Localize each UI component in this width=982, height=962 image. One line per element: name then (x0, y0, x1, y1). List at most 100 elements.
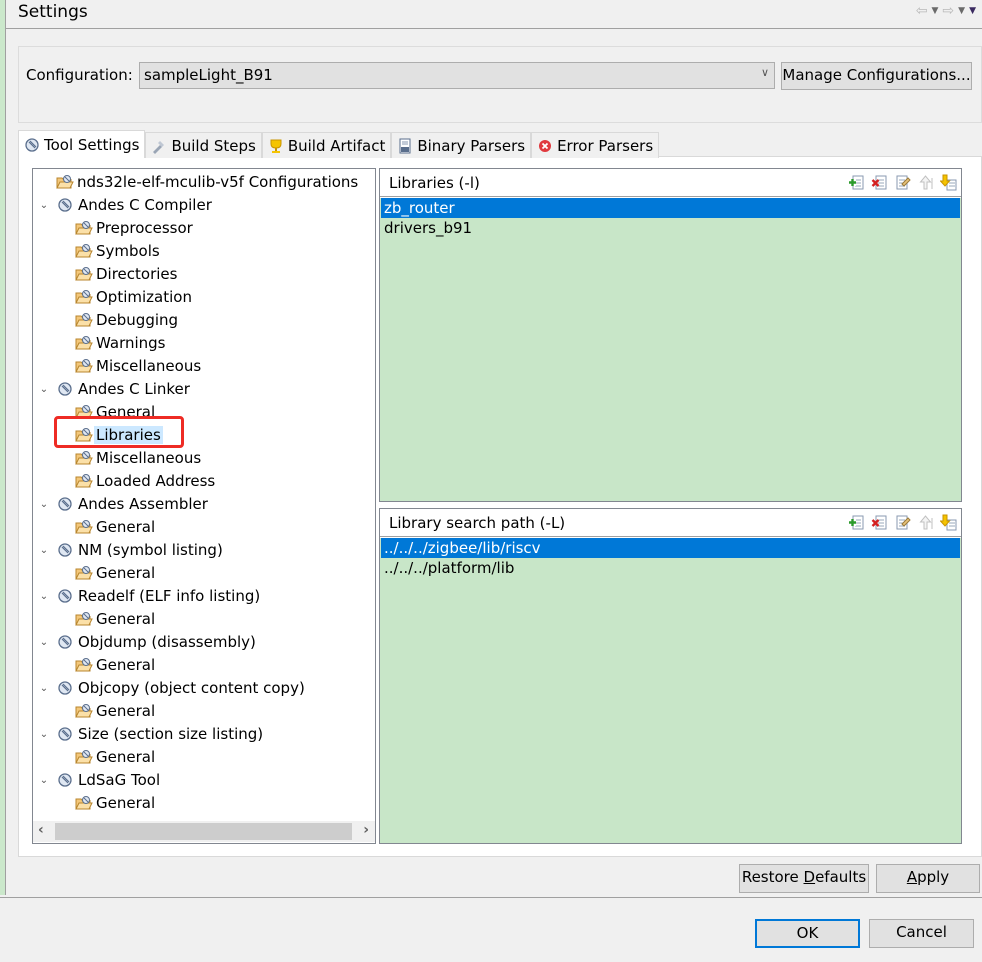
tree-item[interactable]: nds32le-elf-mculib-v5f Configurations (56, 171, 358, 193)
move-up-icon[interactable] (917, 174, 934, 191)
tree-item[interactable]: ⌄ LdSaG Tool (37, 769, 160, 791)
tree-item[interactable]: Libraries (75, 424, 163, 446)
move-up-icon[interactable] (917, 514, 934, 531)
tree-item[interactable]: Optimization (75, 286, 192, 308)
chevron-down-icon[interactable]: ⌄ (37, 545, 51, 556)
tree-item[interactable]: Miscellaneous (75, 447, 201, 469)
chevron-down-icon[interactable]: ⌄ (37, 200, 51, 211)
option-folder-icon (75, 703, 93, 719)
edit-icon[interactable] (894, 514, 911, 531)
tree-item[interactable]: ⌄ Readelf (ELF info listing) (37, 585, 260, 607)
tool-icon (57, 381, 75, 397)
tab-label: Build Steps (171, 136, 256, 155)
option-folder-icon (75, 749, 93, 765)
ok-button[interactable]: OK (755, 919, 860, 948)
option-folder-icon (75, 289, 93, 305)
apply-button[interactable]: Apply (876, 864, 980, 893)
chevron-down-icon[interactable]: ⌄ (37, 775, 51, 786)
tree-item[interactable]: Miscellaneous (75, 355, 201, 377)
delete-icon[interactable] (871, 174, 888, 191)
tree-item[interactable]: General (75, 654, 155, 676)
tab-build-artifact[interactable]: Build Artifact (261, 132, 392, 158)
list-item[interactable]: drivers_b91 (381, 218, 960, 238)
configuration-select[interactable]: sampleLight_B91 ∨ (139, 62, 775, 89)
tree-item-label: Miscellaneous (96, 449, 202, 467)
tab-error-parsers[interactable]: Error Parsers (531, 132, 660, 158)
tool-settings-tree[interactable]: nds32le-elf-mculib-v5f Configurations ⌄ An… (32, 168, 376, 844)
tool-settings-icon (25, 137, 39, 152)
chevron-down-icon[interactable]: ⌄ (37, 591, 51, 602)
tree-item[interactable]: ⌄ Andes C Linker (37, 378, 190, 400)
tree-item-label: Libraries (94, 426, 163, 444)
tool-icon (57, 496, 75, 512)
chevron-down-icon[interactable]: ⌄ (37, 683, 51, 694)
tree-item[interactable]: Symbols (75, 240, 160, 262)
move-down-icon[interactable] (939, 174, 957, 191)
tree-item-label: General (96, 564, 156, 582)
list-item[interactable]: ../../../zigbee/lib/riscv (381, 538, 960, 558)
tool-icon (57, 634, 75, 650)
add-icon[interactable] (848, 174, 865, 191)
search-path-list[interactable]: ../../../zigbee/lib/riscv ../../../platf… (380, 538, 961, 843)
delete-icon[interactable] (871, 514, 888, 531)
chevron-down-icon[interactable]: ⌄ (37, 637, 51, 648)
tree-item[interactable]: Loaded Address (75, 470, 215, 492)
option-folder-icon (75, 335, 93, 351)
option-folder-icon (75, 312, 93, 328)
binary-parsers-icon (399, 138, 411, 153)
manage-configurations-button[interactable]: Manage Configurations... (781, 62, 972, 90)
tree-item[interactable]: ⌄ Objdump (disassembly) (37, 631, 256, 653)
view-menu-icon[interactable]: ▼ (969, 6, 976, 16)
tree-item[interactable]: General (75, 792, 155, 814)
mnemonic: D (803, 868, 816, 886)
tree-item[interactable]: General (75, 700, 155, 722)
option-folder-icon (75, 565, 93, 581)
tree-item[interactable]: Preprocessor (75, 217, 193, 239)
tree-item[interactable]: Debugging (75, 309, 178, 331)
tree-item[interactable]: ⌄ Andes C Compiler (37, 194, 212, 216)
chevron-down-icon[interactable]: ⌄ (37, 729, 51, 740)
tree-item[interactable]: ⌄ NM (symbol listing) (37, 539, 223, 561)
tree-item-label: Andes C Linker (78, 380, 190, 398)
tab-label: Error Parsers (557, 136, 654, 155)
move-down-icon[interactable] (939, 514, 957, 531)
scroll-left-icon[interactable]: ‹ (38, 822, 44, 838)
forward-menu-icon[interactable]: ▼ (958, 6, 965, 16)
tree-item[interactable]: General (75, 401, 155, 423)
tab-binary-parsers[interactable]: Binary Parsers (391, 132, 532, 158)
tree-item-label: General (96, 610, 156, 628)
tree-item[interactable]: ⌄ Andes Assembler (37, 493, 208, 515)
tool-icon (57, 197, 75, 213)
chevron-down-icon[interactable]: ⌄ (37, 384, 51, 395)
tree-item-label: Optimization (96, 288, 192, 306)
tree-horizontal-scrollbar[interactable]: ‹ › (33, 821, 375, 842)
tree-item[interactable]: General (75, 746, 155, 768)
list-item[interactable]: zb_router (381, 198, 960, 218)
chevron-down-icon[interactable]: ⌄ (37, 499, 51, 510)
list-item[interactable]: ../../../platform/lib (381, 558, 960, 578)
tab-build-steps[interactable]: Build Steps (145, 132, 262, 158)
back-menu-icon[interactable]: ▼ (932, 6, 939, 16)
scroll-thumb[interactable] (55, 823, 352, 840)
restore-defaults-button[interactable]: Restore Defaults (739, 864, 869, 893)
back-arrow-icon[interactable]: ⇦ (916, 3, 928, 19)
tree-item[interactable]: Warnings (75, 332, 166, 354)
tree-item[interactable]: Directories (75, 263, 177, 285)
libraries-list[interactable]: zb_router drivers_b91 (380, 198, 961, 501)
forward-arrow-icon[interactable]: ⇨ (942, 3, 954, 19)
tree-item[interactable]: General (75, 516, 155, 538)
tree-item[interactable]: General (75, 562, 155, 584)
scroll-right-icon[interactable]: › (363, 822, 369, 838)
tree-item[interactable]: General (75, 608, 155, 630)
add-icon[interactable] (848, 514, 865, 531)
tree-item[interactable]: ⌄ Size (section size listing) (37, 723, 263, 745)
option-folder-icon (75, 427, 93, 443)
edit-icon[interactable] (894, 174, 911, 191)
mnemonic: A (906, 868, 918, 886)
tab-tool-settings[interactable]: Tool Settings (18, 130, 146, 158)
tab-bar: Tool Settings Build Steps Build Artifact… (18, 130, 660, 158)
title-separator (6, 28, 982, 29)
tree-item-label: Objcopy (object content copy) (78, 679, 305, 697)
cancel-button[interactable]: Cancel (869, 919, 974, 948)
tree-item[interactable]: ⌄ Objcopy (object content copy) (37, 677, 305, 699)
